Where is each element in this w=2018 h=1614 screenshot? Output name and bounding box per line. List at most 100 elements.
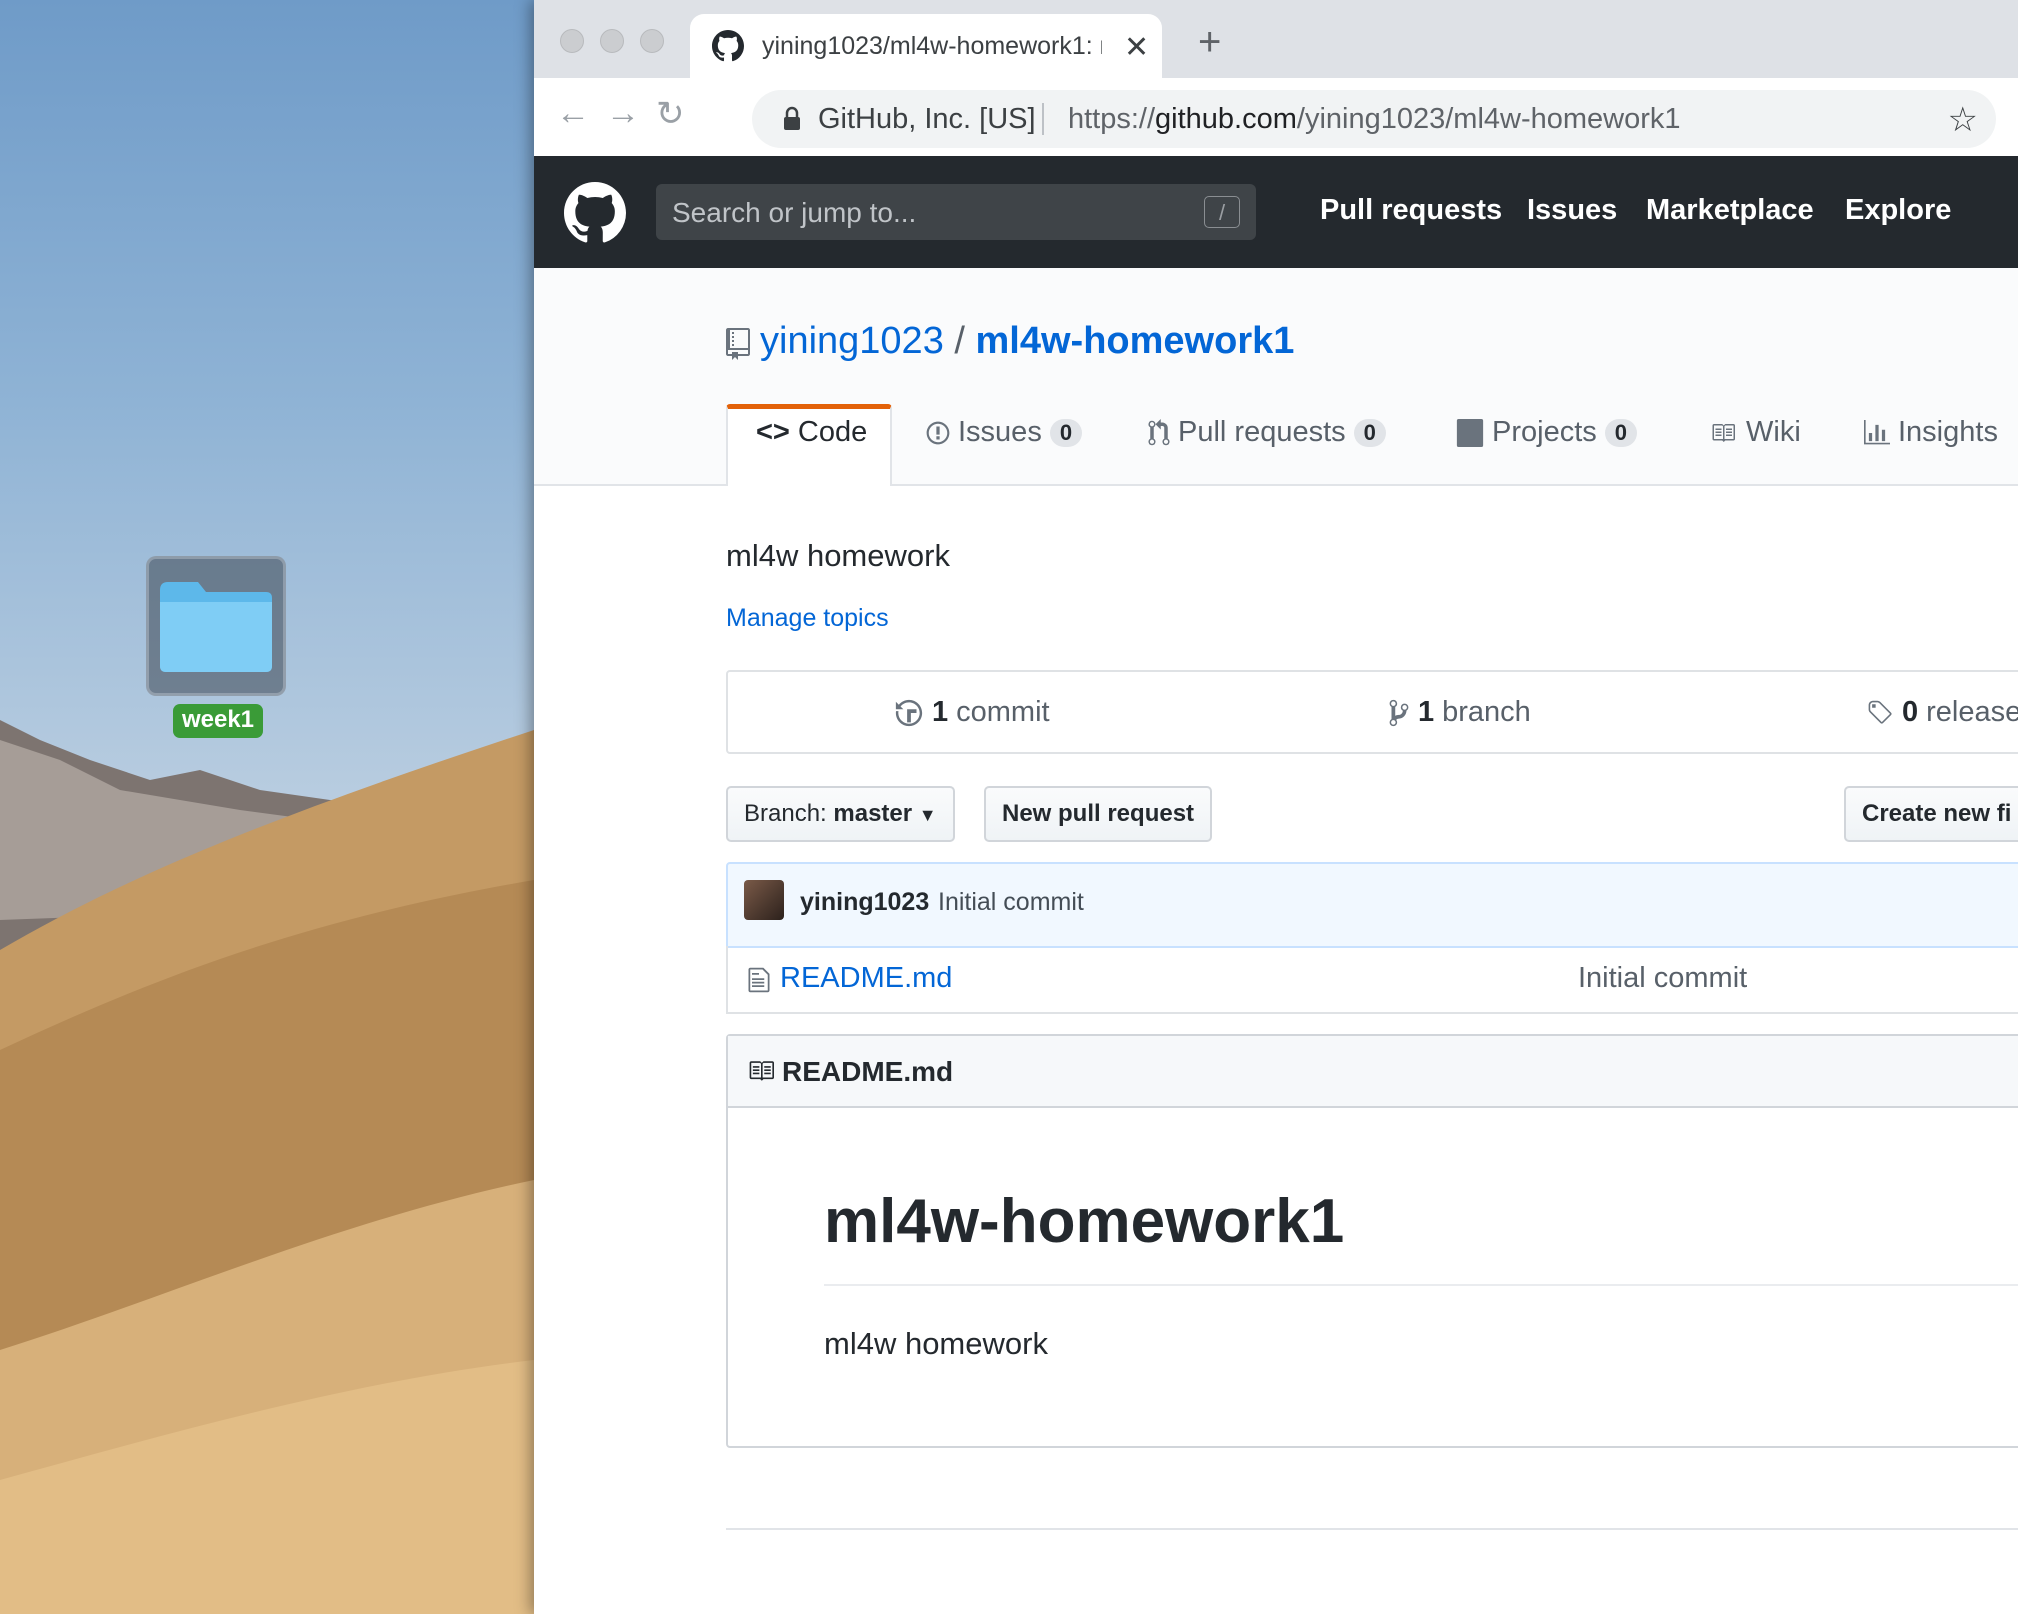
branches-label: branch	[1442, 696, 1531, 728]
numbers-summary: 1 commit 1 branch 0 release	[726, 670, 2018, 754]
url-text: https://github.com/yining1023/ml4w-homew…	[1068, 103, 1681, 136]
browser-tab[interactable]: yining1023/ml4w-homework1: ml4w homework…	[690, 14, 1162, 78]
branch-prefix: Branch:	[744, 800, 827, 827]
reload-icon[interactable]: ↻	[656, 94, 685, 134]
issues-counter: 0	[1049, 418, 1083, 447]
readme-paragraph: ml4w homework	[824, 1326, 1048, 1361]
github-favicon-icon	[712, 30, 744, 62]
readme-title: README.md	[782, 1056, 954, 1087]
search-shortcut-badge: /	[1204, 196, 1240, 228]
git-branch-icon	[1389, 699, 1409, 726]
close-tab-icon[interactable]: ✕	[1124, 30, 1149, 65]
book-icon	[1712, 423, 1735, 442]
tab-title: yining1023/ml4w-homework1: ml4w homework	[762, 32, 1102, 60]
releases-count: 0	[1902, 696, 1919, 728]
readme-header: README.md	[728, 1036, 2018, 1108]
tab-code[interactable]: <> Code	[756, 416, 867, 449]
new-tab-icon[interactable]: +	[1198, 22, 1221, 62]
projects-counter: 0	[1604, 418, 1638, 447]
branch-select-menu[interactable]: Branch: master ▼	[726, 786, 955, 842]
lock-icon	[784, 106, 800, 130]
commits-count: 1	[932, 696, 949, 728]
desktop-folder-week1[interactable]: week1	[146, 556, 290, 738]
repo-name-link[interactable]: ml4w-homework1	[976, 320, 1295, 362]
repo-title: yining1023 / ml4w-homework1	[760, 320, 1294, 363]
repo-icon	[726, 328, 750, 360]
address-bar[interactable]: GitHub, Inc. [US] https://github.com/yin…	[752, 90, 1996, 148]
git-pull-request-icon	[1148, 418, 1170, 445]
issue-opened-icon	[926, 421, 950, 444]
dropdown-caret-icon: ▼	[918, 805, 937, 825]
branches-count: 1	[1418, 696, 1435, 728]
project-icon	[1456, 418, 1484, 447]
tab-projects-label: Projects	[1492, 416, 1597, 448]
nav-explore[interactable]: Explore	[1845, 194, 1951, 227]
tab-wiki[interactable]: Wiki	[1708, 416, 1801, 449]
tab-strip: yining1023/ml4w-homework1: ml4w homework…	[534, 0, 2018, 78]
readme-box: README.md ml4w-homework1 ml4w homework	[726, 1034, 2018, 1448]
tab-issues-label: Issues	[958, 416, 1042, 448]
branch-name: master	[833, 800, 913, 827]
desktop: week1	[0, 0, 534, 1614]
repo-description: ml4w homework	[726, 538, 950, 573]
avatar[interactable]	[744, 880, 784, 920]
new-pull-request-button[interactable]: New pull request	[984, 786, 1213, 842]
file-commit-message[interactable]: Initial commit	[1578, 962, 1747, 995]
github-logo-icon[interactable]	[564, 182, 626, 244]
releases-label: release	[1926, 696, 2018, 728]
tab-wiki-label: Wiki	[1746, 416, 1801, 448]
create-new-file-button[interactable]: Create new fi	[1844, 786, 2018, 842]
ev-certificate-label: GitHub, Inc. [US]	[818, 103, 1036, 135]
browser-window: yining1023/ml4w-homework1: ml4w homework…	[534, 0, 2018, 1614]
repo-title-separator: /	[954, 320, 965, 362]
file-row: README.md Initial commit	[726, 946, 2018, 1014]
last-commit-bar: yining1023 Initial commit	[726, 862, 2018, 948]
readme-divider	[824, 1284, 2018, 1286]
github-search-input[interactable]: Search or jump to... /	[656, 184, 1256, 240]
tab-code-label: Code	[797, 416, 868, 448]
tab-issues[interactable]: Issues 0	[926, 416, 1083, 449]
commit-author-link[interactable]: yining1023	[800, 888, 929, 917]
nav-issues[interactable]: Issues	[1527, 194, 1617, 227]
history-icon	[895, 699, 923, 726]
branches-link[interactable]: 1 branch	[1388, 696, 1531, 729]
nav-pull-requests[interactable]: Pull requests	[1320, 194, 1502, 227]
repo-header: yining1023 / ml4w-homework1 <> Code Issu…	[534, 268, 2018, 486]
url-path: /yining1023/ml4w-homework1	[1296, 103, 1681, 135]
commit-message-link[interactable]: Initial commit	[938, 888, 1084, 917]
file-name-link[interactable]: README.md	[780, 962, 952, 995]
releases-link[interactable]: 0 release	[1866, 696, 2018, 729]
tab-pull-requests-label: Pull requests	[1178, 416, 1346, 448]
close-window-button[interactable]	[560, 29, 584, 53]
nav-marketplace[interactable]: Marketplace	[1646, 194, 1814, 227]
tab-insights-label: Insights	[1898, 416, 1998, 448]
footer-divider	[726, 1528, 2018, 1530]
file-icon	[748, 967, 770, 993]
url-host: github.com	[1155, 103, 1297, 135]
repo-owner-link[interactable]: yining1023	[760, 320, 944, 362]
manage-topics-link[interactable]: Manage topics	[726, 604, 889, 633]
bookmark-star-icon[interactable]: ☆	[1948, 100, 1978, 140]
commits-label: commit	[956, 696, 1050, 728]
tab-pull-requests[interactable]: Pull requests 0	[1148, 416, 1386, 449]
search-placeholder: Search or jump to...	[672, 197, 917, 228]
tag-icon	[1868, 700, 1892, 724]
forward-arrow-icon[interactable]: →	[606, 94, 640, 133]
folder-icon	[146, 556, 286, 696]
readme-heading: ml4w-homework1	[824, 1187, 1345, 1256]
desert-wallpaper	[0, 720, 534, 1614]
zoom-window-button[interactable]	[640, 29, 664, 53]
book-icon	[749, 1061, 774, 1081]
commits-link[interactable]: 1 commit	[894, 696, 1050, 729]
url-scheme: https://	[1068, 103, 1156, 135]
pull-requests-counter: 0	[1353, 418, 1386, 447]
tab-insights[interactable]: Insights	[1864, 416, 1998, 449]
back-arrow-icon[interactable]: ←	[556, 94, 590, 133]
minimize-window-button[interactable]	[600, 29, 624, 53]
browser-toolbar: ← → ↻ GitHub, Inc. [US] https://github.c…	[534, 78, 2018, 157]
graph-icon	[1864, 419, 1890, 444]
code-icon: <>	[756, 416, 790, 448]
tab-projects[interactable]: Projects 0	[1456, 416, 1638, 449]
folder-label: week1	[173, 704, 263, 738]
github-header: Search or jump to... / Pull requests Iss…	[534, 156, 2018, 268]
